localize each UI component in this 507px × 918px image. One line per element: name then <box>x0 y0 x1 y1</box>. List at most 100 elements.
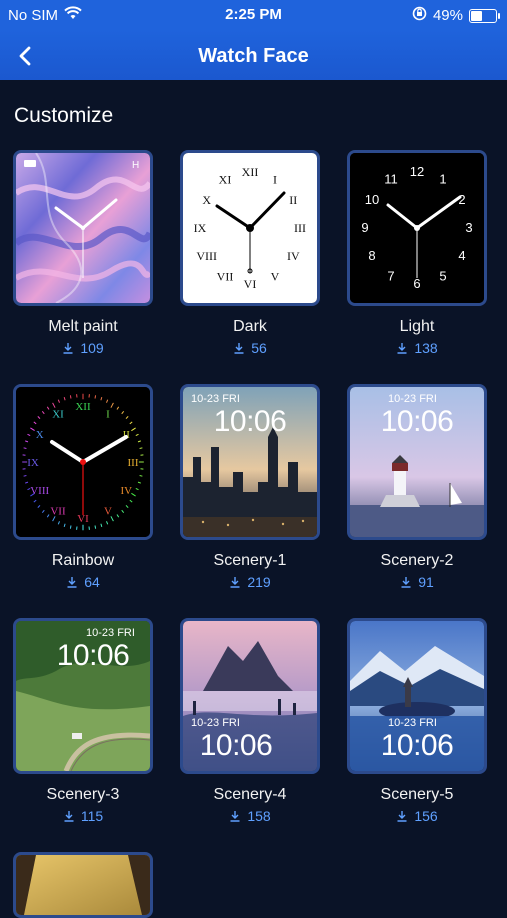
dial-numeral: 12 <box>410 164 424 179</box>
download-count-value: 115 <box>81 808 103 824</box>
watch-face-preview: 10-23 FRI 10:06 <box>13 618 153 774</box>
download-count-value: 158 <box>247 808 270 824</box>
watch-face-preview: 10-23 FRI 10:06 <box>180 384 320 540</box>
dial-tick <box>140 448 143 449</box>
download-icon <box>63 810 75 822</box>
face-date: 10-23 FRI <box>191 393 240 405</box>
face-time: 10:06 <box>350 405 484 439</box>
dial-numeral: XI <box>52 409 64 421</box>
watch-face-card-scenery-4[interactable]: 10-23 FRI 10:06 Scenery-4 158 <box>180 618 320 824</box>
watch-face-card-partial[interactable] <box>13 852 153 918</box>
download-count-value: 138 <box>414 340 437 356</box>
face-date: 10-23 FRI <box>86 627 135 639</box>
watch-face-preview: H <box>13 150 153 306</box>
dial-numeral: 1 <box>439 172 446 187</box>
watch-face-card-rainbow[interactable]: XIIIIIIIIIVVVIVIIVIIIIXXXI Rainbow 64 <box>13 384 153 590</box>
face-time: 10:06 <box>350 729 484 763</box>
download-icon <box>229 576 241 588</box>
watch-face-card-scenery-3[interactable]: 10-23 FRI 10:06 Scenery-3 115 <box>13 618 153 824</box>
download-icon <box>229 810 241 822</box>
dial-tick <box>70 526 71 529</box>
dial-numeral: 9 <box>361 220 368 235</box>
dial-numeral: 7 <box>387 269 394 284</box>
watch-face-preview: 121234567891011 <box>347 150 487 306</box>
download-count: 138 <box>347 340 487 356</box>
dial-tick <box>24 476 27 477</box>
download-icon <box>400 576 412 588</box>
face-date: 10-23 FRI <box>388 717 437 729</box>
dial-numeral: 4 <box>458 248 465 263</box>
nav-bar: Watch Face <box>0 30 507 80</box>
face-time: 10:06 <box>26 639 153 673</box>
download-count-value: 219 <box>247 574 270 590</box>
watch-face-card-dark[interactable]: XIIIIIIIIIVVVIVIIVIIIIXXXI Dark 56 <box>180 150 320 356</box>
dial-tick <box>70 395 71 398</box>
dial-tick <box>95 526 96 529</box>
download-icon <box>62 342 74 354</box>
battery-icon <box>469 9 497 23</box>
watch-face-name: Scenery-2 <box>347 552 487 570</box>
dial-numeral: XII <box>242 165 259 179</box>
dial-numeral: VI <box>244 277 257 291</box>
download-count: 91 <box>347 574 487 590</box>
face-time: 10:06 <box>180 729 303 763</box>
section-title: Customize <box>14 104 113 128</box>
download-count-value: 64 <box>84 574 100 590</box>
dial-numeral: 10 <box>365 192 379 207</box>
dial-tick <box>140 476 143 477</box>
dial-numeral: II <box>289 193 297 207</box>
watch-face-card-scenery-1[interactable]: 10-23 FRI 10:06 Scenery-1 219 <box>180 384 320 590</box>
watch-face-preview: 10-23 FRI 10:06 <box>180 618 320 774</box>
download-count-value: 56 <box>251 340 267 356</box>
dial-numeral: VII <box>217 270 234 284</box>
face-date: 10-23 FRI <box>388 393 437 405</box>
download-count: 109 <box>13 340 153 356</box>
watch-face-name: Scenery-5 <box>347 786 487 804</box>
face-time: 10:06 <box>183 405 317 439</box>
dial-numeral: VIII <box>196 249 217 263</box>
download-icon <box>396 810 408 822</box>
watch-face-name: Dark <box>180 318 320 336</box>
dial-numeral: VII <box>50 506 66 518</box>
dial-numeral: IV <box>120 485 132 497</box>
dial-numeral: III <box>128 457 139 469</box>
dial-numeral: 2 <box>458 192 465 207</box>
download-count-value: 109 <box>80 340 103 356</box>
dial-numeral: 3 <box>465 220 472 235</box>
dial-numeral: 11 <box>384 172 398 187</box>
watch-face-card-light[interactable]: 121234567891011 Light 138 <box>347 150 487 356</box>
dial-numeral: III <box>294 221 306 235</box>
watch-face-name: Scenery-1 <box>180 552 320 570</box>
dial-numeral: XI <box>219 173 232 187</box>
dial-numeral: XII <box>75 401 91 413</box>
dial-numeral: I <box>273 173 277 187</box>
dial-numeral: X <box>36 429 44 441</box>
download-count-value: 91 <box>418 574 434 590</box>
download-count: 56 <box>180 340 320 356</box>
dial-numeral: VIII <box>30 485 49 497</box>
dial-numeral: 8 <box>368 248 375 263</box>
watch-face-card-scenery-5[interactable]: 10-23 FRI 10:06 Scenery-5 156 <box>347 618 487 824</box>
dial-tick <box>24 448 27 449</box>
dial-numeral: 5 <box>439 269 446 284</box>
watch-face-card-scenery-2[interactable]: 10-23 FRI 10:06 Scenery-2 91 <box>347 384 487 590</box>
watch-face-name: Light <box>347 318 487 336</box>
watch-face-name: Rainbow <box>13 552 153 570</box>
watch-face-preview: XIIIIIIIIIVVVIVIIVIIIIXXXI <box>180 150 320 306</box>
dial-numeral: V <box>271 270 280 284</box>
dial-numeral: 6 <box>413 276 420 291</box>
watch-face-preview <box>13 852 153 918</box>
download-count: 115 <box>13 808 153 824</box>
download-count: 158 <box>180 808 320 824</box>
svg-text:H: H <box>132 160 139 171</box>
battery-percent: 49% <box>433 7 463 24</box>
status-bar: No SIM 2:25 PM 49% <box>0 0 507 30</box>
watch-face-preview: 10-23 FRI 10:06 <box>347 384 487 540</box>
page-title: Watch Face <box>0 45 507 68</box>
watch-face-name: Scenery-3 <box>13 786 153 804</box>
download-icon <box>66 576 78 588</box>
download-icon <box>396 342 408 354</box>
watch-face-name: Scenery-4 <box>180 786 320 804</box>
rotation-lock-icon <box>412 6 427 25</box>
watch-face-card-melt-paint[interactable]: H Melt paint 109 <box>13 150 153 356</box>
